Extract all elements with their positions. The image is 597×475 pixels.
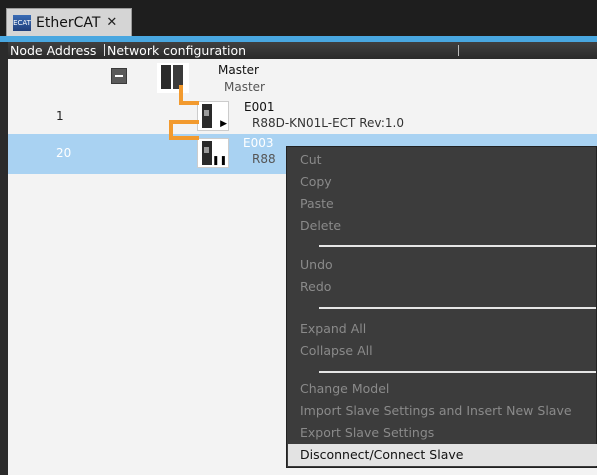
menu-item-delete[interactable]: Delete [288, 215, 597, 237]
device-name: E001 [244, 100, 275, 114]
menu-item-undo[interactable]: Undo [288, 254, 597, 276]
context-menu: Cut Copy Paste Delete Undo Redo Expand A… [286, 146, 597, 468]
menu-item-change-model[interactable]: Change Model [288, 378, 597, 400]
tree-row-slave[interactable]: 1 ▶ E001 R88D-KN01L-ECT Rev:1.0 [8, 99, 597, 134]
menu-item-copy[interactable]: Copy [288, 171, 597, 193]
device-name: E003 [243, 136, 274, 150]
tab-title: EtherCAT [36, 14, 101, 31]
connection-line [169, 120, 199, 140]
column-divider[interactable] [104, 44, 105, 56]
menu-item-paste[interactable]: Paste [288, 193, 597, 215]
ethercat-tab-icon: ECAT [13, 14, 31, 31]
column-node-address[interactable]: Node Address [10, 42, 96, 59]
node-address: 20 [56, 146, 72, 160]
menu-item-expand-all[interactable]: Expand All [288, 318, 597, 340]
menu-item-redo[interactable]: Redo [288, 276, 597, 298]
device-model: Master [224, 80, 265, 94]
tab-bar: ECAT EtherCAT ✕ [0, 0, 597, 36]
menu-separator [319, 245, 596, 247]
column-network-configuration[interactable]: Network configuration [107, 42, 246, 59]
menu-item-export-slave-settings[interactable]: Export Slave Settings [288, 422, 597, 444]
column-divider[interactable] [458, 45, 459, 56]
tab-ethercat[interactable]: ECAT EtherCAT ✕ [6, 8, 132, 36]
collapse-icon[interactable] [111, 68, 127, 84]
node-address: 1 [56, 109, 64, 123]
menu-separator [319, 307, 596, 309]
slave-device-icon: ▶ [197, 101, 229, 131]
menu-item-disconnect-connect-slave[interactable]: Disconnect/Connect Slave [288, 444, 597, 466]
menu-separator [319, 371, 596, 373]
menu-item-import-slave-settings[interactable]: Import Slave Settings and Insert New Sla… [288, 400, 597, 422]
menu-item-cut[interactable]: Cut [288, 149, 597, 171]
connection-line [179, 85, 199, 105]
device-name: Master [218, 63, 259, 77]
tree-row-master[interactable]: Master Master [8, 59, 597, 99]
device-model: R88D-KN01L-ECT Rev:1.0 [252, 116, 404, 130]
menu-item-collapse-all[interactable]: Collapse All [288, 340, 597, 362]
window-frame: ECAT EtherCAT ✕ Node Address Network con… [0, 0, 597, 475]
device-model: R88 [252, 152, 276, 166]
slave-device-icon: ❚❚ [197, 138, 229, 168]
close-icon[interactable]: ✕ [106, 15, 117, 30]
column-header: Node Address Network configuration [8, 42, 597, 59]
